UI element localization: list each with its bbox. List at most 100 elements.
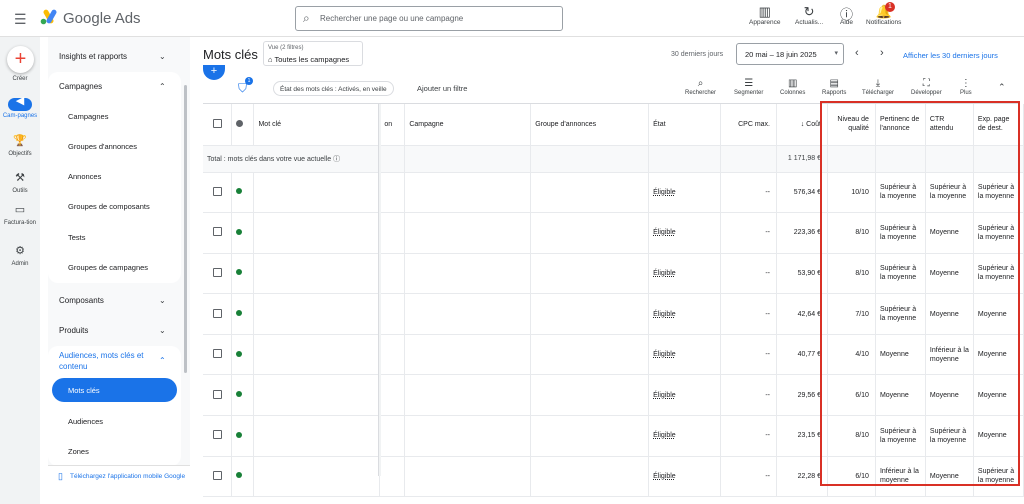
table-row[interactable]: Éligible -- 576,34 € 10/10 Supérieur à la mo… [203,172,1024,214]
enabled-dot-icon [236,472,243,479]
chevron-up-icon[interactable]: ⌃ [159,82,166,91]
header-landing[interactable]: Exp. page de dest. [973,104,1024,146]
nav-item-campagnes[interactable]: Campagnes [68,112,108,121]
cpc-cell: -- [720,172,777,214]
nav-audiences-header[interactable]: Audiences, mots clés et contenu [59,350,157,372]
nav-item-tests[interactable]: Tests [68,233,86,242]
table-row[interactable]: Éligible -- 42,64 € 7/10 Supérieur à la moye… [203,293,1024,335]
rail-item-billing[interactable]: ▭ Factura-tion [0,205,40,227]
ad-relevance: Supérieur à la moyenne [879,184,917,201]
mobile-app-link[interactable]: ▯ Téléchargez l'application mobile Google [48,465,190,504]
header-relevance[interactable]: Pertinenc de l'annonce [875,104,926,146]
nav-item-groupes-composants[interactable]: Groupes de composants [68,202,150,211]
date-range-select[interactable]: 20 mai – 18 juin 2025 ▾ [736,43,844,65]
nav-item-mots-cles[interactable]: Mots clés [52,378,177,402]
table-row[interactable]: Éligible -- 40,77 € 4/10 Moyenne Inférieur à … [203,334,1024,376]
ad-relevance: Inférieur à la moyenne [879,468,919,485]
search-input[interactable]: ⌕ Rechercher une page ou une campagne [295,6,563,31]
more-button[interactable]: ⋮ Plus [960,78,972,96]
next-period-icon[interactable]: › [880,47,884,59]
add-filter-button[interactable]: Ajouter un filtre [417,84,467,93]
header-adgroup[interactable]: Groupe d'annonces [530,104,650,146]
header-quality[interactable]: Niveau de qualité [827,104,876,146]
expand-button[interactable]: ⛶ Développer [911,78,942,96]
status-value[interactable]: Éligible [653,311,676,318]
table-row[interactable]: Éligible -- 23,15 € 8/10 Supérieur à la moye… [203,415,1024,457]
header-status[interactable]: État [648,104,722,146]
columns-button[interactable]: ▥ Colonnes [780,78,805,96]
row-checkbox[interactable] [213,470,222,480]
nav-scrollbar[interactable] [184,85,187,373]
status-value[interactable]: Éligible [653,473,676,480]
campaign-cell [404,253,532,295]
select-all-checkbox[interactable] [213,118,222,128]
header-ctr[interactable]: CTR attendu [925,104,974,146]
filter-button[interactable]: ⛉ 1 [238,77,253,96]
menu-icon[interactable]: ☰ [14,11,27,28]
nav-produits[interactable]: Produits [59,326,88,335]
chevron-up-icon[interactable]: ⌃ [159,356,166,365]
quality-score: 8/10 [855,229,869,237]
appearance-icon: ▥ [758,4,771,19]
prev-period-icon[interactable]: ‹ [855,47,859,59]
table-cell [973,145,1024,173]
segment-button[interactable]: ☰ Segmenter [734,78,763,96]
help-button[interactable]: ⓘ Aide [840,4,853,26]
nav-composants[interactable]: Composants [59,296,104,305]
chevron-down-icon[interactable]: ⌄ [159,52,166,61]
row-checkbox[interactable] [213,430,222,440]
collapse-icon[interactable]: ⌃ [998,82,1006,93]
nav-item-zones[interactable]: Zones [68,447,89,456]
create-button[interactable]: + [7,46,34,73]
appearance-button[interactable]: ▥ Apparence [749,4,780,26]
status-value[interactable]: Éligible [653,270,676,277]
notifications-button[interactable]: 🔔 Notifications [866,4,901,26]
chevron-down-icon[interactable]: ⌄ [159,326,166,335]
status-value[interactable]: Éligible [653,189,676,196]
status-value[interactable]: Éligible [653,432,676,439]
header-cost[interactable]: ↓ Coût [776,104,828,146]
refresh-button[interactable]: ↻ Actualis... [795,4,823,26]
table-row[interactable]: Éligible -- 29,56 € 6/10 Moyenne Moyenne Moyen… [203,374,1024,417]
nav-item-audiences[interactable]: Audiences [68,417,103,426]
rail-item-admin[interactable]: ⚙ Admin [0,246,40,268]
status-value[interactable]: Éligible [653,229,676,236]
date-range-value: 20 mai – 18 juin 2025 [745,50,817,59]
header-cpc[interactable]: CPC max. [720,104,777,146]
table-cell [379,212,406,254]
table-row[interactable]: Éligible -- 22,28 € 6/10 Inférieur à la moye… [203,456,1024,498]
download-button[interactable]: ⤓ Télécharger [862,78,894,96]
header-keyword[interactable]: Mot clé [253,104,381,146]
row-checkbox[interactable] [213,308,222,318]
rail-item-goals[interactable]: 🏆 Objectifs [0,136,40,158]
view-selector[interactable]: Vue (2 filtres) ⌂ Toutes les campagnes [263,41,363,66]
adgroup-cell [530,415,650,457]
filter-chip[interactable]: État des mots clés : Activés, en veille [273,81,394,96]
row-checkbox[interactable] [213,227,222,237]
nav-insights[interactable]: Insights et rapports [59,52,127,61]
header-truncated[interactable]: on [379,104,406,146]
nav-item-groupes-annonces[interactable]: Groupes d'annonces [68,142,137,151]
column-divider[interactable] [378,104,381,476]
show-30-days-link[interactable]: Afficher les 30 derniers jours [903,51,998,60]
chevron-down-icon[interactable]: ⌄ [159,296,166,305]
row-checkbox[interactable] [213,349,222,359]
header-campaign[interactable]: Campagne [404,104,532,146]
table-row[interactable]: Éligible -- 53,90 € 8/10 Supérieur à la moye… [203,253,1024,295]
nav-campaigns-header[interactable]: Campagnes [59,82,102,91]
help-icon[interactable]: ⓘ [333,156,340,163]
row-checkbox[interactable] [213,186,222,196]
nav-item-annonces[interactable]: Annonces [68,172,101,181]
table-row[interactable]: Éligible -- 223,36 € 8/10 Supérieur à la moy… [203,212,1024,254]
status-value[interactable]: Éligible [653,392,676,399]
search-button[interactable]: ⌕ Rechercher [685,78,716,96]
cost-value: 576,34 € [793,188,821,196]
row-checkbox[interactable] [213,267,222,277]
reports-button[interactable]: ▤ Rapports [822,78,846,96]
rail-item-campaigns[interactable]: ◀ Cam-pagnes [0,96,40,120]
status-value[interactable]: Éligible [653,351,676,358]
rail-item-tools[interactable]: ⚒ Outils [0,173,40,195]
row-checkbox[interactable] [213,389,222,399]
cpc-value: -- [765,472,770,480]
nav-item-groupes-campagnes[interactable]: Groupes de campagnes [68,263,148,272]
